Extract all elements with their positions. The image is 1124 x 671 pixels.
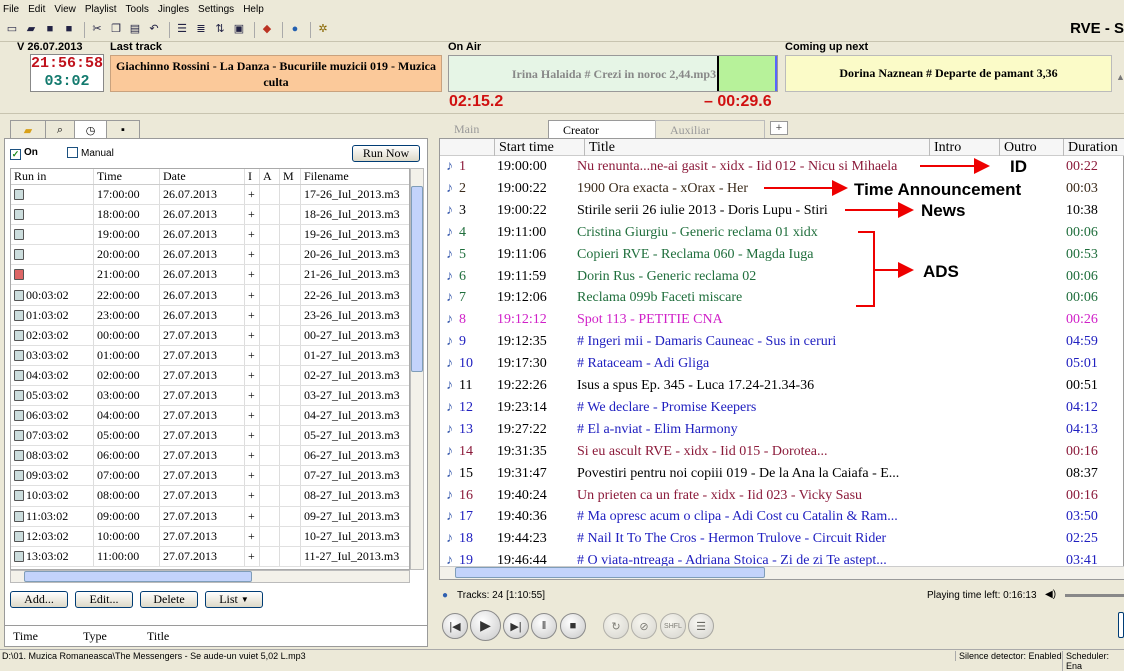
status-scheduler: Scheduler: Ena <box>1062 651 1124 671</box>
block-icon[interactable]: ⊘ <box>631 613 657 639</box>
ads-bracket <box>856 231 875 307</box>
pause-icon[interactable]: ‖ <box>531 613 557 639</box>
volume-slider[interactable] <box>1065 594 1124 597</box>
annotation-news: News <box>921 201 966 220</box>
volume-icon[interactable]: ◀) <box>1045 589 1056 600</box>
play-icon[interactable]: ▶ <box>470 610 501 641</box>
status-silence: Silence detector: Enabled <box>955 651 1062 661</box>
side-button[interactable] <box>1118 612 1124 638</box>
tracks-count: Tracks: 24 [1:10:55] <box>457 590 546 601</box>
status-current-file: D:\01. Muzica Romaneasca\The Messengers … <box>2 651 306 661</box>
shuffle-icon[interactable]: SHFL <box>660 613 686 639</box>
list-icon[interactable]: ☰ <box>688 613 714 639</box>
status-bar: D:\01. Muzica Romaneasca\The Messengers … <box>0 649 1124 671</box>
annotation-arrows <box>764 158 990 307</box>
annotation-ads: ADS <box>923 262 959 281</box>
stop-icon[interactable]: ■ <box>560 613 586 639</box>
info-icon: ● <box>442 590 449 601</box>
annotation-time: Time Announcement <box>854 180 1022 199</box>
playlist-status: ● Tracks: 24 [1:10:55] Playing time left… <box>440 588 1124 604</box>
loop-icon[interactable]: ↻ <box>603 613 629 639</box>
previous-icon[interactable]: |◀ <box>442 613 468 639</box>
annotation-id: ID <box>1010 157 1027 176</box>
next-icon[interactable]: ▶| <box>503 613 529 639</box>
playing-time-left: Playing time left: 0:16:13 <box>927 590 1037 601</box>
